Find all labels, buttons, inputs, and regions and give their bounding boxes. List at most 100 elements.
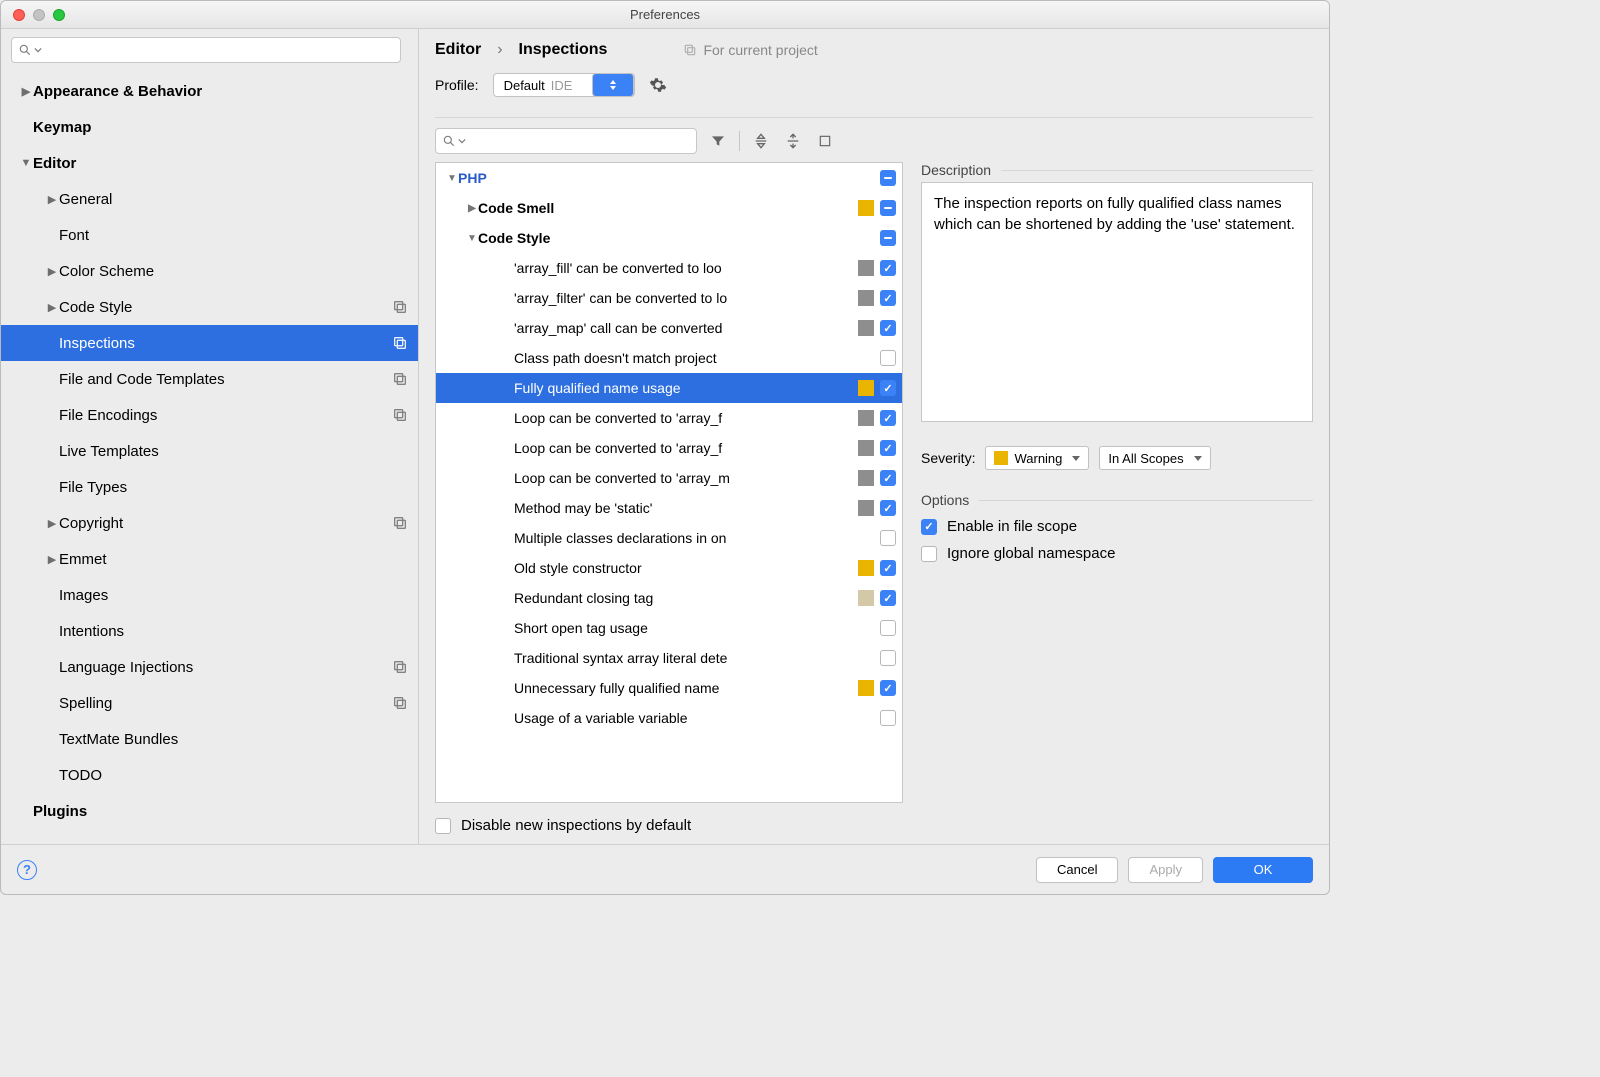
inspection-row[interactable]: Loop can be converted to 'array_f: [436, 433, 902, 463]
sidebar-item[interactable]: ▶General: [1, 181, 418, 217]
sidebar-item[interactable]: Font: [1, 217, 418, 253]
sidebar-item[interactable]: Spelling: [1, 685, 418, 721]
sidebar-item-label: TODO: [59, 767, 408, 784]
inspection-tree[interactable]: ▼PHP▶Code Smell▼Code Style'array_fill' c…: [435, 162, 903, 803]
inspection-checkbox[interactable]: [880, 290, 896, 306]
details-panel: Description The inspection reports on fu…: [921, 162, 1313, 803]
reset-button[interactable]: [814, 130, 836, 152]
inspection-checkbox[interactable]: [880, 590, 896, 606]
inspection-checkbox[interactable]: [880, 380, 896, 396]
inspection-checkbox[interactable]: [880, 350, 896, 366]
inspection-checkbox[interactable]: [880, 680, 896, 696]
inspection-row[interactable]: Loop can be converted to 'array_m: [436, 463, 902, 493]
search-icon: [442, 134, 456, 148]
sidebar-item[interactable]: File and Code Templates: [1, 361, 418, 397]
inspection-row[interactable]: Unnecessary fully qualified name: [436, 673, 902, 703]
sidebar-item[interactable]: Language Injections: [1, 649, 418, 685]
inspection-label: Redundant closing tag: [514, 590, 858, 606]
ok-button[interactable]: OK: [1213, 857, 1313, 883]
inspection-checkbox[interactable]: [880, 530, 896, 546]
checkbox-ignore-global-namespace[interactable]: [921, 546, 937, 562]
severity-swatch: [858, 710, 874, 726]
severity-swatch: [858, 410, 874, 426]
sidebar-item[interactable]: TODO: [1, 757, 418, 793]
inspection-label: Usage of a variable variable: [514, 710, 858, 726]
inspection-checkbox[interactable]: [880, 650, 896, 666]
inspection-row[interactable]: Redundant closing tag: [436, 583, 902, 613]
sidebar-item[interactable]: ▶Copyright: [1, 505, 418, 541]
sidebar-item[interactable]: Keymap: [1, 109, 418, 145]
apply-button[interactable]: Apply: [1128, 857, 1203, 883]
sidebar-item[interactable]: ▶Emmet: [1, 541, 418, 577]
inspection-row[interactable]: Multiple classes declarations in on: [436, 523, 902, 553]
inspection-checkbox[interactable]: [880, 710, 896, 726]
inspection-label: Code Style: [478, 230, 858, 246]
main-panel: Editor › Inspections For current project…: [419, 29, 1329, 844]
inspection-row[interactable]: Loop can be converted to 'array_f: [436, 403, 902, 433]
option-enable-file-scope[interactable]: Enable in file scope: [921, 518, 1313, 535]
sidebar-tree[interactable]: ▶Appearance & BehaviorKeymap▼Editor▶Gene…: [1, 69, 418, 844]
inspection-checkbox[interactable]: [880, 200, 896, 216]
cancel-button[interactable]: Cancel: [1036, 857, 1118, 883]
inspection-row[interactable]: Fully qualified name usage: [436, 373, 902, 403]
checkbox-enable-file-scope[interactable]: [921, 519, 937, 535]
scope-indicator: For current project: [683, 42, 817, 58]
inspection-row[interactable]: Usage of a variable variable: [436, 703, 902, 733]
description-text: The inspection reports on fully qualifie…: [921, 182, 1313, 422]
checkbox-disable-new-inspections[interactable]: [435, 818, 451, 834]
inspection-checkbox[interactable]: [880, 230, 896, 246]
inspection-row[interactable]: Method may be 'static': [436, 493, 902, 523]
inspection-checkbox[interactable]: [880, 260, 896, 276]
inspection-row[interactable]: Class path doesn't match project: [436, 343, 902, 373]
sidebar-item[interactable]: Images: [1, 577, 418, 613]
help-button[interactable]: ?: [17, 860, 37, 880]
inspection-toolbar: [419, 118, 1329, 160]
sidebar-item[interactable]: ▶Color Scheme: [1, 253, 418, 289]
inspection-checkbox[interactable]: [880, 410, 896, 426]
inspection-search-input[interactable]: [435, 128, 697, 154]
sidebar-item-label: Images: [59, 587, 408, 604]
sidebar-item[interactable]: File Encodings: [1, 397, 418, 433]
inspection-checkbox[interactable]: [880, 170, 896, 186]
inspection-row[interactable]: ▶Code Smell: [436, 193, 902, 223]
sidebar-item[interactable]: Plugins: [1, 793, 418, 829]
inspection-checkbox[interactable]: [880, 470, 896, 486]
disable-inspections-row[interactable]: Disable new inspections by default: [419, 811, 1329, 844]
profile-select[interactable]: DefaultIDE: [493, 73, 636, 97]
sidebar-item[interactable]: ▼Editor: [1, 145, 418, 181]
sidebar-item[interactable]: File Types: [1, 469, 418, 505]
filter-button[interactable]: [707, 130, 729, 152]
inspection-row[interactable]: 'array_fill' can be converted to loo: [436, 253, 902, 283]
gear-icon[interactable]: [649, 76, 667, 94]
inspection-label: Multiple classes declarations in on: [514, 530, 858, 546]
sidebar-item-label: Plugins: [33, 803, 408, 820]
inspection-row[interactable]: 'array_map' call can be converted: [436, 313, 902, 343]
profile-label: Profile:: [435, 77, 479, 93]
sidebar-item[interactable]: Intentions: [1, 613, 418, 649]
sidebar-item[interactable]: ▶Code Style: [1, 289, 418, 325]
search-icon: [18, 43, 32, 57]
inspection-checkbox[interactable]: [880, 620, 896, 636]
scope-select[interactable]: In All Scopes: [1099, 446, 1210, 470]
sidebar-item[interactable]: Inspections: [1, 325, 418, 361]
inspection-label: Traditional syntax array literal dete: [514, 650, 858, 666]
inspection-checkbox[interactable]: [880, 500, 896, 516]
profile-select-stepper[interactable]: [592, 73, 634, 97]
inspection-row[interactable]: ▼Code Style: [436, 223, 902, 253]
inspection-row[interactable]: ▼PHP: [436, 163, 902, 193]
inspection-row[interactable]: 'array_filter' can be converted to lo: [436, 283, 902, 313]
sidebar-item[interactable]: Live Templates: [1, 433, 418, 469]
inspection-checkbox[interactable]: [880, 560, 896, 576]
inspection-checkbox[interactable]: [880, 320, 896, 336]
inspection-checkbox[interactable]: [880, 440, 896, 456]
sidebar-item[interactable]: ▶Appearance & Behavior: [1, 73, 418, 109]
sidebar-item[interactable]: TextMate Bundles: [1, 721, 418, 757]
severity-select[interactable]: Warning: [985, 446, 1089, 470]
inspection-row[interactable]: Old style constructor: [436, 553, 902, 583]
sidebar-search-input[interactable]: [11, 37, 401, 63]
inspection-row[interactable]: Short open tag usage: [436, 613, 902, 643]
inspection-row[interactable]: Traditional syntax array literal dete: [436, 643, 902, 673]
collapse-all-button[interactable]: [782, 130, 804, 152]
expand-all-button[interactable]: [750, 130, 772, 152]
option-ignore-global-namespace[interactable]: Ignore global namespace: [921, 545, 1313, 562]
